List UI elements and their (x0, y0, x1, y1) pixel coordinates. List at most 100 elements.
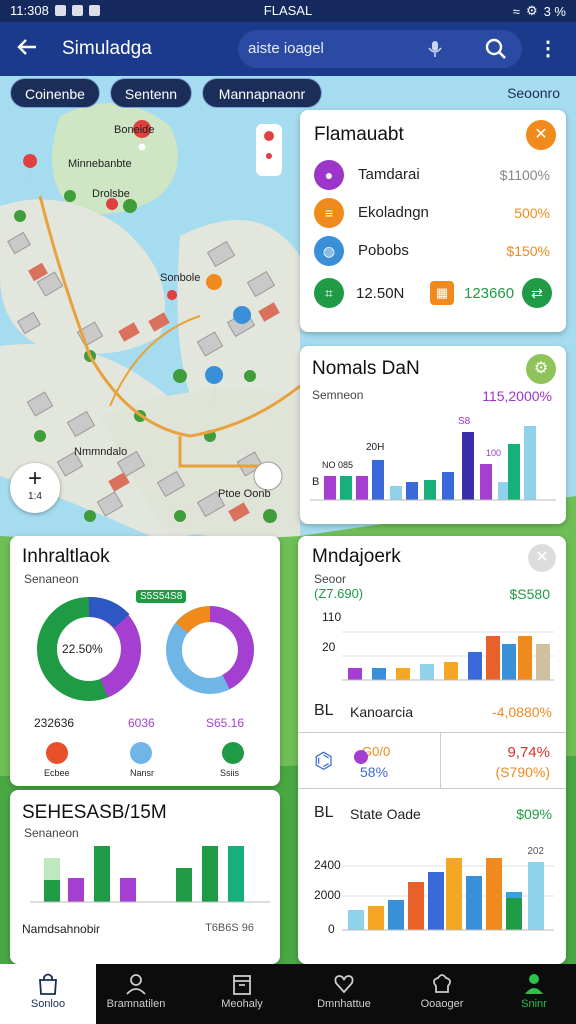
divider (440, 732, 441, 788)
chip-coinenbe[interactable]: Coinenbe (10, 78, 100, 108)
bar-label: 100 (486, 448, 502, 458)
bar-label: B (312, 476, 320, 488)
nav-label: Meohaly (221, 998, 263, 1010)
legend-label: Nansr (130, 768, 155, 778)
grid-icon: ▦ (430, 281, 454, 305)
chip-sentenn[interactable]: Sentenn (110, 78, 192, 108)
legend-label: Ecbee (44, 768, 70, 778)
legend-dot-green (222, 742, 244, 764)
map-label: Boneide (114, 124, 155, 136)
person-icon: ● (314, 160, 344, 190)
nav-favorites[interactable]: Dmnhattue (296, 964, 392, 1024)
close-icon[interactable]: ✕ (526, 120, 556, 150)
more-options-icon[interactable]: ⋮ (538, 36, 558, 61)
search-icon[interactable] (484, 37, 508, 61)
arrows-icon[interactable]: ⇄ (522, 278, 552, 308)
user-icon (125, 972, 147, 996)
row-value: $09% (516, 806, 552, 822)
y-tick: 110 (322, 610, 342, 624)
nav-label: Ooaoger (420, 998, 464, 1010)
list-icon: ≡ (314, 198, 344, 228)
list-item[interactable]: ◍ Pobobs $150% (314, 236, 550, 268)
nav-home[interactable]: Sonloo (0, 964, 96, 1024)
bag-icon (37, 972, 59, 996)
y-tick: 0 (328, 922, 335, 936)
divider (298, 788, 566, 789)
back-arrow-icon[interactable] (16, 36, 38, 63)
donut-card[interactable]: Inhraltlaok Senaneon S5S54S8 22.50% 2326… (10, 536, 280, 786)
row-prefix: BL (314, 804, 334, 821)
list-item[interactable]: ≡ Ekoladngn 500% (314, 198, 550, 230)
chart-icon: ⌗ (314, 278, 344, 308)
chip-icon: ⌬ (314, 748, 334, 773)
row-value: $150% (506, 243, 550, 259)
card-subtitle: Senaneon (24, 826, 79, 840)
stat-value: 232636 (34, 716, 75, 730)
bottom-navigation: Sonloo Bramnatilen Meohaly Dmnhattue Ooa… (0, 964, 576, 1024)
row-value: -4,0880% (492, 704, 552, 720)
card-title: Inhraltlaok (22, 546, 110, 567)
row-label: Kanoarcia (350, 704, 414, 720)
app-title: Simuladga (62, 38, 152, 59)
numbers-card[interactable]: Nomals DaN ⚙ Semneon 115,2000% S8 20H NO… (300, 346, 566, 524)
y-tick: 20 (322, 640, 336, 654)
row-label: State Oade (350, 806, 421, 822)
nav-label: Sninr (521, 998, 547, 1010)
heart-icon (333, 972, 355, 996)
bar-label: NO 085 (322, 460, 354, 470)
row-value: $1100% (499, 167, 550, 183)
filter-chips: Coinenbe Sentenn Mannapnaonr Seoonro (0, 76, 576, 110)
nav-tools[interactable]: Ooaoger (394, 964, 490, 1024)
map-label: Drolsbe (92, 188, 130, 200)
divider (298, 732, 566, 733)
nav-label: Sonloo (30, 998, 66, 1010)
footer-left-value: 12.50N (356, 285, 405, 302)
nav-account[interactable]: Sninr (486, 964, 576, 1024)
nav-label: Bramnatilen (106, 998, 166, 1010)
nav-media[interactable]: Meohaly (194, 964, 290, 1024)
stat-value: S65.16 (206, 716, 245, 730)
search-input[interactable]: aiste ioagel (248, 40, 324, 57)
card-title: Nomals DaN (312, 358, 420, 379)
bar-label: 20H (366, 442, 385, 453)
value-right: $S580 (509, 586, 550, 602)
market-card[interactable]: Mndajoerk ✕ Seoor (Z7.690) $S580 110 20 … (298, 536, 566, 964)
settings-icon[interactable]: ⚙ (526, 354, 556, 384)
microphone-icon[interactable] (428, 40, 442, 61)
globe-icon: ◍ (314, 236, 344, 266)
secondary-chart-card[interactable]: SEHESASB/15M Senaneon Namdsahnobir T6B6S… (10, 790, 280, 964)
zoom-in-icon[interactable]: + (10, 467, 60, 491)
bar-label: S8 (458, 416, 471, 427)
row-prefix: BL (314, 702, 334, 719)
map-label: Minnebanbte (68, 158, 132, 170)
card-title: Mndajoerk (312, 546, 401, 567)
wifi-icon: ≈ (512, 3, 520, 19)
bar-chart (30, 846, 270, 903)
donut-center-label: 22.50% (62, 642, 103, 656)
footer-right-label: T6B6S 96 (205, 922, 254, 934)
status-center: FLASAL (263, 3, 313, 18)
footer-left-label: Namdsahnobir (22, 922, 101, 936)
row-label: Ekoladngn (358, 204, 429, 221)
legend-dot-orange (46, 742, 68, 764)
map-label: Sonbole (160, 272, 201, 284)
close-icon[interactable]: ✕ (528, 544, 556, 572)
row-label: Pobobs (358, 242, 409, 259)
legend-label: Ssiis (220, 768, 240, 778)
bar-chart (342, 858, 554, 931)
person-icon (523, 972, 545, 996)
chip-mannapnaonr[interactable]: Mannapnaonr (202, 78, 322, 108)
settings-icon: ⚙ (525, 3, 538, 18)
nav-profile[interactable]: Bramnatilen (88, 964, 184, 1024)
summary-card[interactable]: Flamauabt ✕ ● Tamdarai $1100% ≡ Ekoladng… (300, 110, 566, 332)
list-item[interactable]: ● Tamdarai $1100% (314, 160, 550, 192)
chip-seoonro[interactable]: Seoonro (507, 85, 560, 101)
search-field[interactable]: aiste ioagel (238, 30, 522, 68)
calendar-icon (231, 972, 253, 996)
bar-chart (342, 631, 554, 681)
zoom-control[interactable]: + 1:4 (10, 463, 60, 513)
card-title: SEHESASB/15M (22, 802, 167, 823)
footer-right-value: 123660 (464, 285, 515, 302)
app-bar: Simuladga aiste ioagel ⋮ (0, 22, 576, 76)
card-subtitle: Seoor (314, 572, 347, 586)
